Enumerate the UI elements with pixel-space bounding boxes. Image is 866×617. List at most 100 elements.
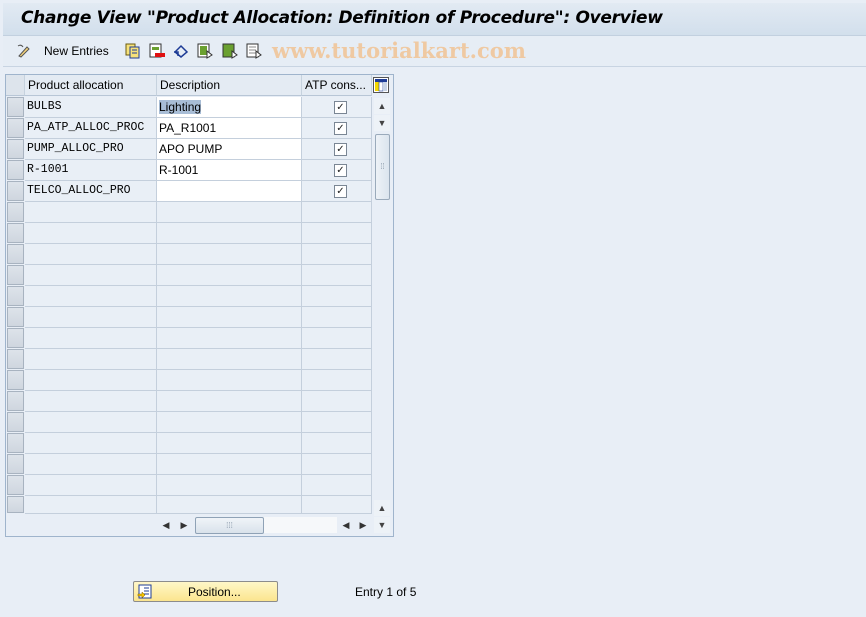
cell-product-allocation[interactable]: R-1001 [25,160,157,181]
delete-icon [149,43,165,59]
select-all-button[interactable] [197,42,213,60]
atp-cons-checkbox[interactable]: ✓ [334,122,347,135]
cell-atp-cons [302,349,372,370]
cell-product-allocation[interactable]: PA_ATP_ALLOC_PROC [25,118,157,139]
select-block-icon [222,43,238,59]
row-selector[interactable] [7,118,24,138]
row-selector[interactable] [7,181,24,201]
row-selector[interactable] [7,328,24,348]
cell-description [157,391,302,412]
table-settings-button[interactable] [373,77,389,93]
cell-atp-cons [302,202,372,223]
cell-product-allocation [25,202,157,223]
watermark-text: www.tutorialkart.com [272,38,526,63]
cell-description[interactable]: APO PUMP [157,139,302,160]
row-selector[interactable] [7,475,24,495]
cell-product-allocation [25,496,157,514]
row-selector[interactable] [7,370,24,390]
cell-description[interactable]: Lighting [157,97,302,118]
atp-cons-checkbox[interactable]: ✓ [334,164,347,177]
cell-atp-cons: ✓ [302,97,372,118]
cell-description [157,454,302,475]
cell-atp-cons [302,433,372,454]
row-selector[interactable] [7,307,24,327]
cell-product-allocation[interactable]: BULBS [25,97,157,118]
select-all-rows-header[interactable] [6,75,25,96]
deselect-all-icon [246,43,262,59]
select-block-button[interactable] [222,42,238,60]
row-selector[interactable] [7,412,24,432]
row-selector[interactable] [7,160,24,180]
display-change-button[interactable] [16,42,32,60]
cell-atp-cons [302,307,372,328]
row-selector[interactable] [7,223,24,243]
cell-description[interactable]: R-1001 [157,160,302,181]
cell-product-allocation [25,244,157,265]
cell-atp-cons [302,412,372,433]
cell-product-allocation [25,433,157,454]
row-selector[interactable] [7,202,24,222]
atp-cons-checkbox[interactable]: ✓ [334,101,347,114]
position-button-label: Position... [188,585,241,599]
atp-cons-checkbox[interactable]: ✓ [334,143,347,156]
table-control: Product allocation Description ATP cons.… [5,74,394,537]
cell-atp-cons [302,370,372,391]
cell-description[interactable]: PA_R1001 [157,118,302,139]
cell-description [157,370,302,391]
delete-button[interactable] [149,42,165,60]
deselect-all-button[interactable] [246,42,262,60]
title-bar: Change View "Product Allocation: Definit… [3,3,866,36]
scroll-thumb[interactable]: ⁞⁞ [375,134,390,200]
row-selector[interactable] [7,391,24,411]
row-selector[interactable] [7,286,24,306]
cell-description [157,433,302,454]
cell-product-allocation [25,475,157,496]
horizontal-scroll-thumb[interactable]: ⁞⁞⁞ [195,517,264,534]
arrow-right-icon: ▶ [180,520,188,530]
row-selector[interactable] [7,139,24,159]
column-header-atp-cons[interactable]: ATP cons... [302,75,372,96]
position-button[interactable]: Position... [133,581,278,602]
row-selector[interactable] [7,496,24,513]
cell-product-allocation [25,307,157,328]
column-config-icon [375,79,387,92]
cell-description [157,223,302,244]
scroll-right-button[interactable]: ▶ [177,517,191,533]
scroll-down-button[interactable]: ▼ [374,115,390,131]
cell-description [157,475,302,496]
row-selector[interactable] [7,97,24,117]
cell-atp-cons [302,244,372,265]
atp-cons-checkbox[interactable]: ✓ [334,185,347,198]
undo-change-icon [173,43,189,59]
column-header-product-allocation[interactable]: Product allocation [25,75,157,96]
row-selector[interactable] [7,265,24,285]
scroll-column-right-button[interactable]: ▶ [356,517,370,533]
cell-description[interactable] [157,181,302,202]
scroll-left-button[interactable]: ◀ [159,517,173,533]
row-selector[interactable] [7,349,24,369]
cell-atp-cons: ✓ [302,181,372,202]
cell-product-allocation[interactable]: PUMP_ALLOC_PRO [25,139,157,160]
new-entries-button[interactable]: New Entries [44,42,109,60]
cell-description [157,307,302,328]
cell-description [157,412,302,433]
cell-product-allocation [25,349,157,370]
cell-description [157,349,302,370]
row-selector[interactable] [7,244,24,264]
copy-as-button[interactable] [125,42,141,60]
edit-pencil-icon [16,43,32,59]
cell-product-allocation [25,391,157,412]
undo-change-button[interactable] [173,42,189,60]
page-up-button[interactable]: ▲ [374,500,390,516]
cell-product-allocation [25,454,157,475]
horizontal-scrollbar[interactable]: ◀ ▶ ⁞⁞⁞ ◀ ▶ [6,516,386,534]
column-header-description[interactable]: Description [157,75,302,96]
row-selector[interactable] [7,454,24,474]
position-icon [137,584,153,602]
row-selector[interactable] [7,433,24,453]
cell-product-allocation[interactable]: TELCO_ALLOC_PRO [25,181,157,202]
arrow-left-icon: ◀ [162,520,170,530]
scroll-up-button[interactable]: ▲ [374,98,390,114]
cell-description [157,265,302,286]
scroll-column-left-button[interactable]: ◀ [339,517,353,533]
